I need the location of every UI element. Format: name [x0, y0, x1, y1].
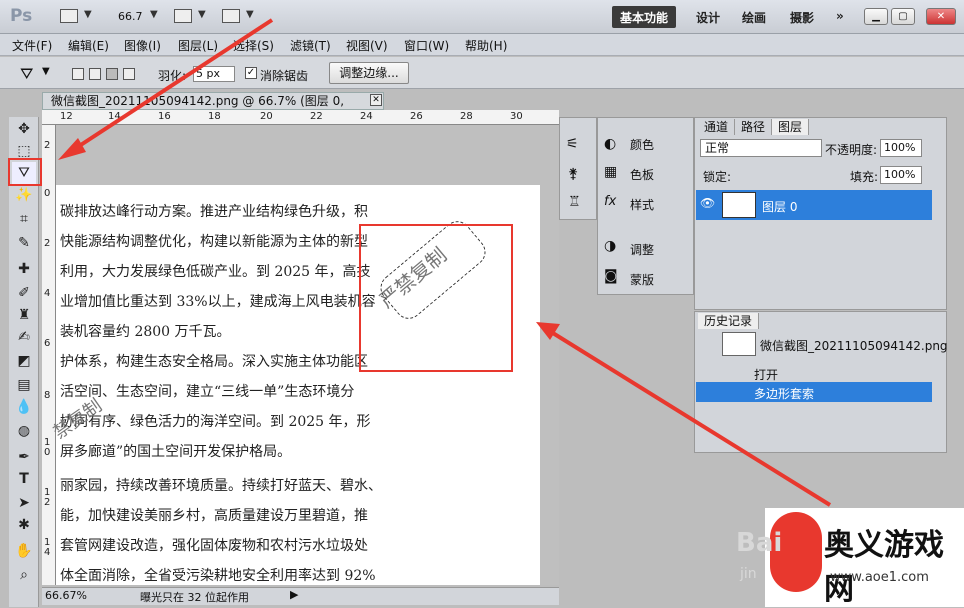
- arrowhead: [58, 138, 86, 160]
- brand-name: 奥义游戏网: [824, 528, 944, 607]
- jingyan-watermark: jin: [740, 566, 757, 582]
- baidu-watermark: Bai: [736, 528, 783, 558]
- arrow-line: [68, 18, 274, 154]
- brand-url: www.aoe1.com: [830, 570, 929, 585]
- arrow-line: [546, 328, 832, 507]
